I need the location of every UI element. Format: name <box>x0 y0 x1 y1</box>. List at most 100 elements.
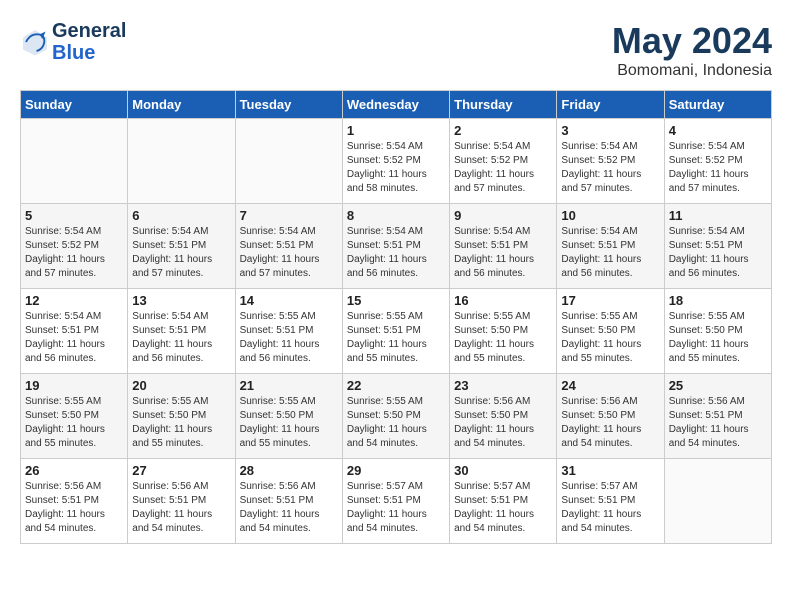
day-number: 13 <box>132 293 230 308</box>
day-info: Sunrise: 5:56 AM Sunset: 5:51 PM Dayligh… <box>132 480 230 536</box>
day-info: Sunrise: 5:57 AM Sunset: 5:51 PM Dayligh… <box>347 480 445 536</box>
calendar-cell: 13 Sunrise: 5:54 AM Sunset: 5:51 PM Dayli… <box>128 289 235 374</box>
weekday-header: Monday <box>128 91 235 119</box>
calendar-cell: 8Sunrise: 5:54 AM Sunset: 5:51 PM Daylig… <box>342 204 449 289</box>
day-info: Sunrise: 5:57 AM Sunset: 5:51 PM Dayligh… <box>561 480 659 536</box>
day-number: 26 <box>25 463 123 478</box>
day-number: 9 <box>454 208 552 223</box>
day-number: 15 <box>347 293 445 308</box>
logo: General Blue <box>20 20 126 64</box>
day-number: 22 <box>347 378 445 393</box>
title-block: May 2024 Bomomani, Indonesia <box>612 20 772 80</box>
day-number: 29 <box>347 463 445 478</box>
logo-blue: Blue <box>52 42 126 64</box>
weekday-header: Tuesday <box>235 91 342 119</box>
calendar-cell: 24 Sunrise: 5:56 AM Sunset: 5:50 PM Dayli… <box>557 374 664 459</box>
calendar-cell: 17 Sunrise: 5:55 AM Sunset: 5:50 PM Dayli… <box>557 289 664 374</box>
logo-icon <box>20 27 50 57</box>
calendar-cell <box>235 119 342 204</box>
day-info: Sunrise: 5:55 AM Sunset: 5:51 PM Dayligh… <box>240 310 338 366</box>
logo-general: General <box>52 20 126 42</box>
calendar-cell: 21 Sunrise: 5:55 AM Sunset: 5:50 PM Dayli… <box>235 374 342 459</box>
calendar-cell <box>21 119 128 204</box>
day-number: 20 <box>132 378 230 393</box>
day-info: Sunrise: 5:55 AM Sunset: 5:50 PM Dayligh… <box>132 395 230 451</box>
day-info: Sunrise: 5:56 AM Sunset: 5:50 PM Dayligh… <box>561 395 659 451</box>
calendar-cell: 2Sunrise: 5:54 AM Sunset: 5:52 PM Daylig… <box>450 119 557 204</box>
day-number: 31 <box>561 463 659 478</box>
day-info: Sunrise: 5:57 AM Sunset: 5:51 PM Dayligh… <box>454 480 552 536</box>
day-info: Sunrise: 5:56 AM Sunset: 5:51 PM Dayligh… <box>669 395 767 451</box>
weekday-header-row: SundayMondayTuesdayWednesdayThursdayFrid… <box>21 91 772 119</box>
day-info: Sunrise: 5:55 AM Sunset: 5:50 PM Dayligh… <box>25 395 123 451</box>
day-info: Sunrise: 5:54 AM Sunset: 5:51 PM Dayligh… <box>132 310 230 366</box>
day-info: Sunrise: 5:56 AM Sunset: 5:51 PM Dayligh… <box>25 480 123 536</box>
day-info: Sunrise: 5:54 AM Sunset: 5:51 PM Dayligh… <box>561 225 659 281</box>
calendar-cell: 16 Sunrise: 5:55 AM Sunset: 5:50 PM Dayli… <box>450 289 557 374</box>
day-number: 1 <box>347 123 445 138</box>
day-info: Sunrise: 5:55 AM Sunset: 5:50 PM Dayligh… <box>561 310 659 366</box>
day-info: Sunrise: 5:54 AM Sunset: 5:51 PM Dayligh… <box>240 225 338 281</box>
calendar-cell: 1 Sunrise: 5:54 AM Sunset: 5:52 PM Daylig… <box>342 119 449 204</box>
calendar-cell: 28 Sunrise: 5:56 AM Sunset: 5:51 PM Dayli… <box>235 459 342 544</box>
day-number: 4 <box>669 123 767 138</box>
day-number: 12 <box>25 293 123 308</box>
day-number: 24 <box>561 378 659 393</box>
calendar-cell <box>664 459 771 544</box>
calendar-cell: 20 Sunrise: 5:55 AM Sunset: 5:50 PM Dayli… <box>128 374 235 459</box>
page-header: General Blue May 2024 Bomomani, Indonesi… <box>20 20 772 80</box>
calendar-cell: 9 Sunrise: 5:54 AM Sunset: 5:51 PM Daylig… <box>450 204 557 289</box>
calendar-cell: 12 Sunrise: 5:54 AM Sunset: 5:51 PM Dayli… <box>21 289 128 374</box>
calendar-cell: 27Sunrise: 5:56 AM Sunset: 5:51 PM Dayli… <box>128 459 235 544</box>
day-info: Sunrise: 5:56 AM Sunset: 5:51 PM Dayligh… <box>240 480 338 536</box>
day-number: 30 <box>454 463 552 478</box>
calendar-cell: 31 Sunrise: 5:57 AM Sunset: 5:51 PM Dayli… <box>557 459 664 544</box>
day-number: 17 <box>561 293 659 308</box>
day-number: 23 <box>454 378 552 393</box>
day-number: 14 <box>240 293 338 308</box>
calendar-cell: 15 Sunrise: 5:55 AM Sunset: 5:51 PM Dayli… <box>342 289 449 374</box>
calendar-cell: 10 Sunrise: 5:54 AM Sunset: 5:51 PM Dayli… <box>557 204 664 289</box>
day-info: Sunrise: 5:54 AM Sunset: 5:51 PM Dayligh… <box>25 310 123 366</box>
calendar-cell: 4 Sunrise: 5:54 AM Sunset: 5:52 PM Daylig… <box>664 119 771 204</box>
day-info: Sunrise: 5:54 AM Sunset: 5:51 PM Dayligh… <box>132 225 230 281</box>
calendar-week-row: 5Sunrise: 5:54 AM Sunset: 5:52 PM Daylig… <box>21 204 772 289</box>
calendar-cell: 29 Sunrise: 5:57 AM Sunset: 5:51 PM Dayli… <box>342 459 449 544</box>
weekday-header: Friday <box>557 91 664 119</box>
day-info: Sunrise: 5:54 AM Sunset: 5:52 PM Dayligh… <box>669 140 767 196</box>
weekday-header: Sunday <box>21 91 128 119</box>
day-number: 7 <box>240 208 338 223</box>
weekday-header: Thursday <box>450 91 557 119</box>
calendar-cell: 3 Sunrise: 5:54 AM Sunset: 5:52 PM Daylig… <box>557 119 664 204</box>
calendar-cell: 6Sunrise: 5:54 AM Sunset: 5:51 PM Daylig… <box>128 204 235 289</box>
calendar-cell: 23Sunrise: 5:56 AM Sunset: 5:50 PM Dayli… <box>450 374 557 459</box>
day-info: Sunrise: 5:55 AM Sunset: 5:51 PM Dayligh… <box>347 310 445 366</box>
calendar-cell: 18Sunrise: 5:55 AM Sunset: 5:50 PM Dayli… <box>664 289 771 374</box>
day-number: 10 <box>561 208 659 223</box>
calendar-cell: 5Sunrise: 5:54 AM Sunset: 5:52 PM Daylig… <box>21 204 128 289</box>
day-info: Sunrise: 5:55 AM Sunset: 5:50 PM Dayligh… <box>240 395 338 451</box>
calendar-cell: 14 Sunrise: 5:55 AM Sunset: 5:51 PM Dayli… <box>235 289 342 374</box>
calendar-cell: 22Sunrise: 5:55 AM Sunset: 5:50 PM Dayli… <box>342 374 449 459</box>
day-number: 2 <box>454 123 552 138</box>
day-info: Sunrise: 5:54 AM Sunset: 5:52 PM Dayligh… <box>561 140 659 196</box>
day-number: 8 <box>347 208 445 223</box>
day-info: Sunrise: 5:54 AM Sunset: 5:51 PM Dayligh… <box>454 225 552 281</box>
day-number: 25 <box>669 378 767 393</box>
day-number: 3 <box>561 123 659 138</box>
calendar-cell: 11Sunrise: 5:54 AM Sunset: 5:51 PM Dayli… <box>664 204 771 289</box>
day-number: 28 <box>240 463 338 478</box>
month-title: May 2024 <box>612 20 772 62</box>
weekday-header: Wednesday <box>342 91 449 119</box>
calendar-cell: 7 Sunrise: 5:54 AM Sunset: 5:51 PM Daylig… <box>235 204 342 289</box>
day-info: Sunrise: 5:55 AM Sunset: 5:50 PM Dayligh… <box>454 310 552 366</box>
weekday-header: Saturday <box>664 91 771 119</box>
day-number: 11 <box>669 208 767 223</box>
day-number: 21 <box>240 378 338 393</box>
calendar-cell: 25 Sunrise: 5:56 AM Sunset: 5:51 PM Dayli… <box>664 374 771 459</box>
day-info: Sunrise: 5:54 AM Sunset: 5:52 PM Dayligh… <box>347 140 445 196</box>
day-info: Sunrise: 5:55 AM Sunset: 5:50 PM Dayligh… <box>669 310 767 366</box>
day-info: Sunrise: 5:54 AM Sunset: 5:52 PM Dayligh… <box>25 225 123 281</box>
calendar-cell: 19Sunrise: 5:55 AM Sunset: 5:50 PM Dayli… <box>21 374 128 459</box>
day-number: 16 <box>454 293 552 308</box>
